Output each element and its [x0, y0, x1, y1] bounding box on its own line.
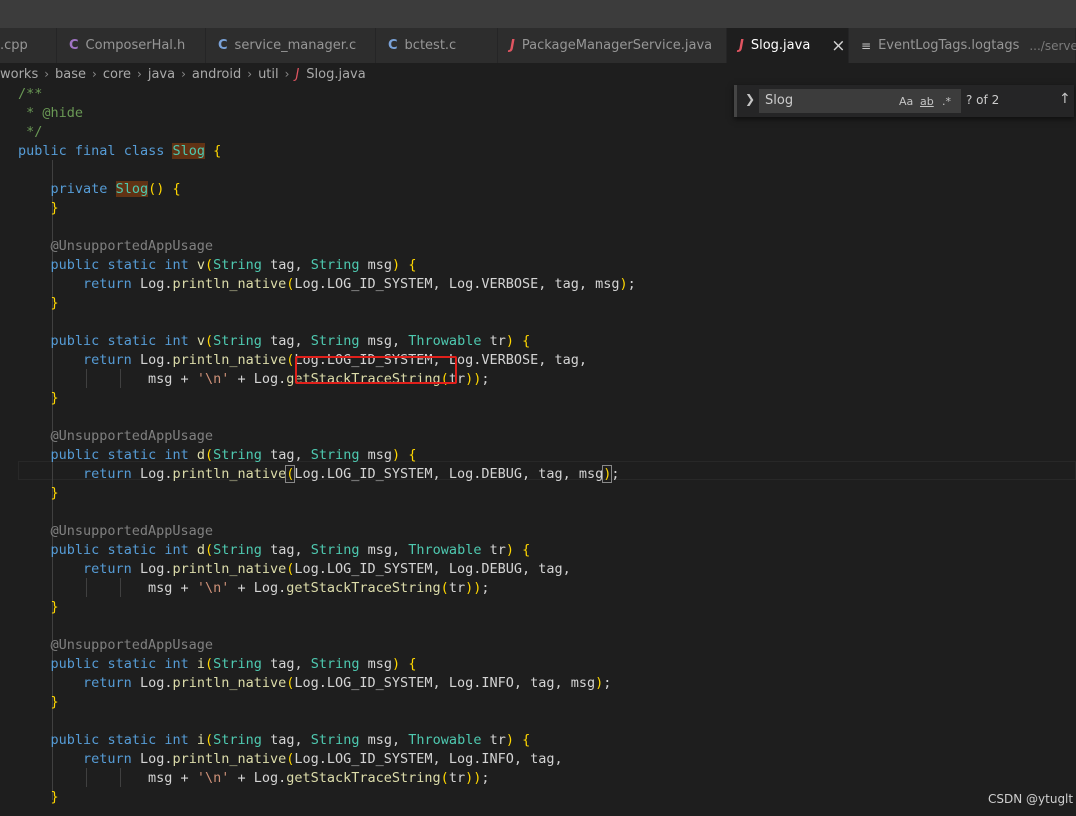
code-line: } [50, 295, 59, 311]
tab-label: bctest.c [404, 38, 457, 53]
find-widget: ❯ Slog Aa ab .* ? of 2 ↑ [734, 85, 1074, 117]
arrow-up-icon[interactable]: ↑ [1059, 91, 1071, 107]
tab-slog-java[interactable]: J Slog.java × [727, 28, 849, 63]
code-line: return Log.println_native(Log.LOG_ID_SYS… [83, 751, 563, 767]
match-count: ? of 2 [966, 93, 1000, 107]
code-line: public static int i(String tag, String m… [50, 656, 417, 672]
annotation-box [295, 356, 457, 384]
close-icon[interactable]: × [831, 36, 845, 56]
code-line: */ [18, 124, 43, 140]
code-line: private Slog() { [50, 181, 181, 197]
tab-label: PackageManagerService.java [521, 38, 713, 53]
c-file-icon: C [69, 38, 79, 53]
tab-label: ComposerHal.h [85, 38, 186, 53]
code-line: public static int i(String tag, String m… [50, 732, 531, 748]
breadcrumb-item[interactable]: util [258, 67, 279, 82]
tab-service-manager-c[interactable]: C service_manager.c [206, 28, 376, 63]
c-file-icon: C [218, 38, 228, 53]
code-line: @UnsupportedAppUsage [18, 238, 214, 254]
regex-icon[interactable]: .* [942, 95, 951, 108]
breadcrumb-separator: › [137, 67, 142, 81]
breadcrumb-separator: › [92, 67, 97, 81]
chevron-right-icon[interactable]: ❯ [745, 92, 755, 106]
code-line: public static int d(String tag, String m… [50, 447, 417, 463]
whole-word-icon[interactable]: ab [920, 95, 934, 108]
code-line: return Log.println_native(Log.LOG_ID_SYS… [83, 561, 571, 577]
code-line: return Log.println_native(Log.LOG_ID_SYS… [83, 675, 612, 691]
code-line: } [50, 599, 59, 615]
tab-composerhal-h[interactable]: C ComposerHal.h [57, 28, 206, 63]
code-line: msg + '\n' + Log.getStackTraceString(tr)… [18, 770, 490, 786]
tab-label: Slog.java [750, 38, 811, 53]
code-line: } [50, 390, 59, 406]
java-file-icon: J [510, 38, 515, 53]
code-line: } [50, 789, 59, 805]
java-file-icon: J [295, 66, 300, 82]
code-line: @UnsupportedAppUsage [18, 523, 214, 539]
breadcrumb-separator: › [181, 67, 186, 81]
tab-bctest-c[interactable]: C bctest.c [376, 28, 498, 63]
breadcrumb-item[interactable]: base [55, 67, 86, 82]
breadcrumb-item[interactable]: java [148, 67, 175, 82]
tab-cpp-file[interactable]: .cpp [0, 28, 57, 63]
code-line: return Log.println_native(Log.LOG_ID_SYS… [83, 276, 636, 292]
breadcrumb: works › base › core › java › android › u… [0, 63, 1076, 85]
code-line: msg + '\n' + Log.getStackTraceString(tr)… [18, 580, 490, 596]
code-editor[interactable]: /** * @hide */public final class Slog { … [0, 85, 1076, 816]
breadcrumb-separator: › [44, 67, 50, 81]
breadcrumb-item[interactable]: android [192, 67, 241, 82]
code-line: /** [18, 86, 43, 102]
tab-description: .../server [1029, 38, 1076, 53]
code-line: return Log.println_native(Log.LOG_ID_SYS… [83, 465, 620, 483]
editor-tab-bar: .cpp C ComposerHal.h C service_manager.c… [0, 28, 1076, 63]
java-file-icon: J [739, 38, 744, 53]
tab-label: EventLogTags.logtags [878, 38, 1020, 53]
match-case-icon[interactable]: Aa [899, 95, 913, 108]
code-line: * @hide [18, 105, 84, 121]
code-line: } [50, 485, 59, 501]
tab-label: .cpp [0, 38, 28, 53]
code-line: @UnsupportedAppUsage [18, 428, 214, 444]
code-line: public static int v(String tag, String m… [50, 257, 417, 273]
watermark: CSDN @ytuglt [988, 792, 1074, 806]
code-line: public static int d(String tag, String m… [50, 542, 531, 558]
breadcrumb-file[interactable]: Slog.java [306, 67, 365, 82]
find-input[interactable]: Slog Aa ab .* [759, 89, 961, 113]
breadcrumb-separator: › [247, 67, 253, 81]
tab-packagemanagerservice-java[interactable]: J PackageManagerService.java [498, 28, 727, 63]
breadcrumb-item[interactable]: works [0, 67, 38, 82]
tab-eventlogtags-logtags[interactable]: ≡ EventLogTags.logtags .../server [849, 28, 1076, 63]
code-line: } [50, 200, 59, 216]
breadcrumb-item[interactable]: core [103, 67, 131, 82]
code-line: @UnsupportedAppUsage [18, 637, 214, 653]
breadcrumb-separator: › [284, 67, 290, 81]
find-input-value: Slog [765, 93, 794, 108]
list-file-icon: ≡ [861, 38, 872, 53]
c-file-icon: C [388, 38, 398, 53]
tab-label: service_manager.c [234, 38, 357, 53]
code-line: public static int v(String tag, String m… [50, 333, 531, 349]
code-line: } [50, 694, 59, 710]
code-line: public final class Slog { [18, 143, 222, 159]
window-title-bar [0, 0, 1076, 28]
